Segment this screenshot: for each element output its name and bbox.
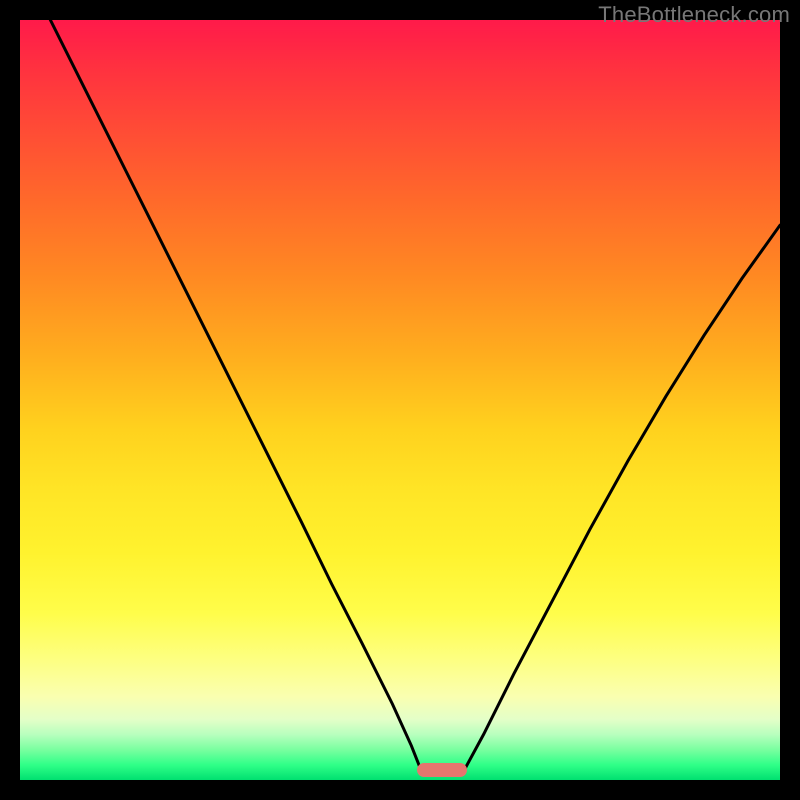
right-curve <box>464 225 780 771</box>
plot-area <box>20 20 780 780</box>
chart-frame: TheBottleneck.com <box>0 0 800 800</box>
left-curve <box>50 20 421 771</box>
optimum-marker <box>417 763 467 777</box>
watermark-text: TheBottleneck.com <box>598 2 790 28</box>
curve-layer <box>20 20 780 780</box>
